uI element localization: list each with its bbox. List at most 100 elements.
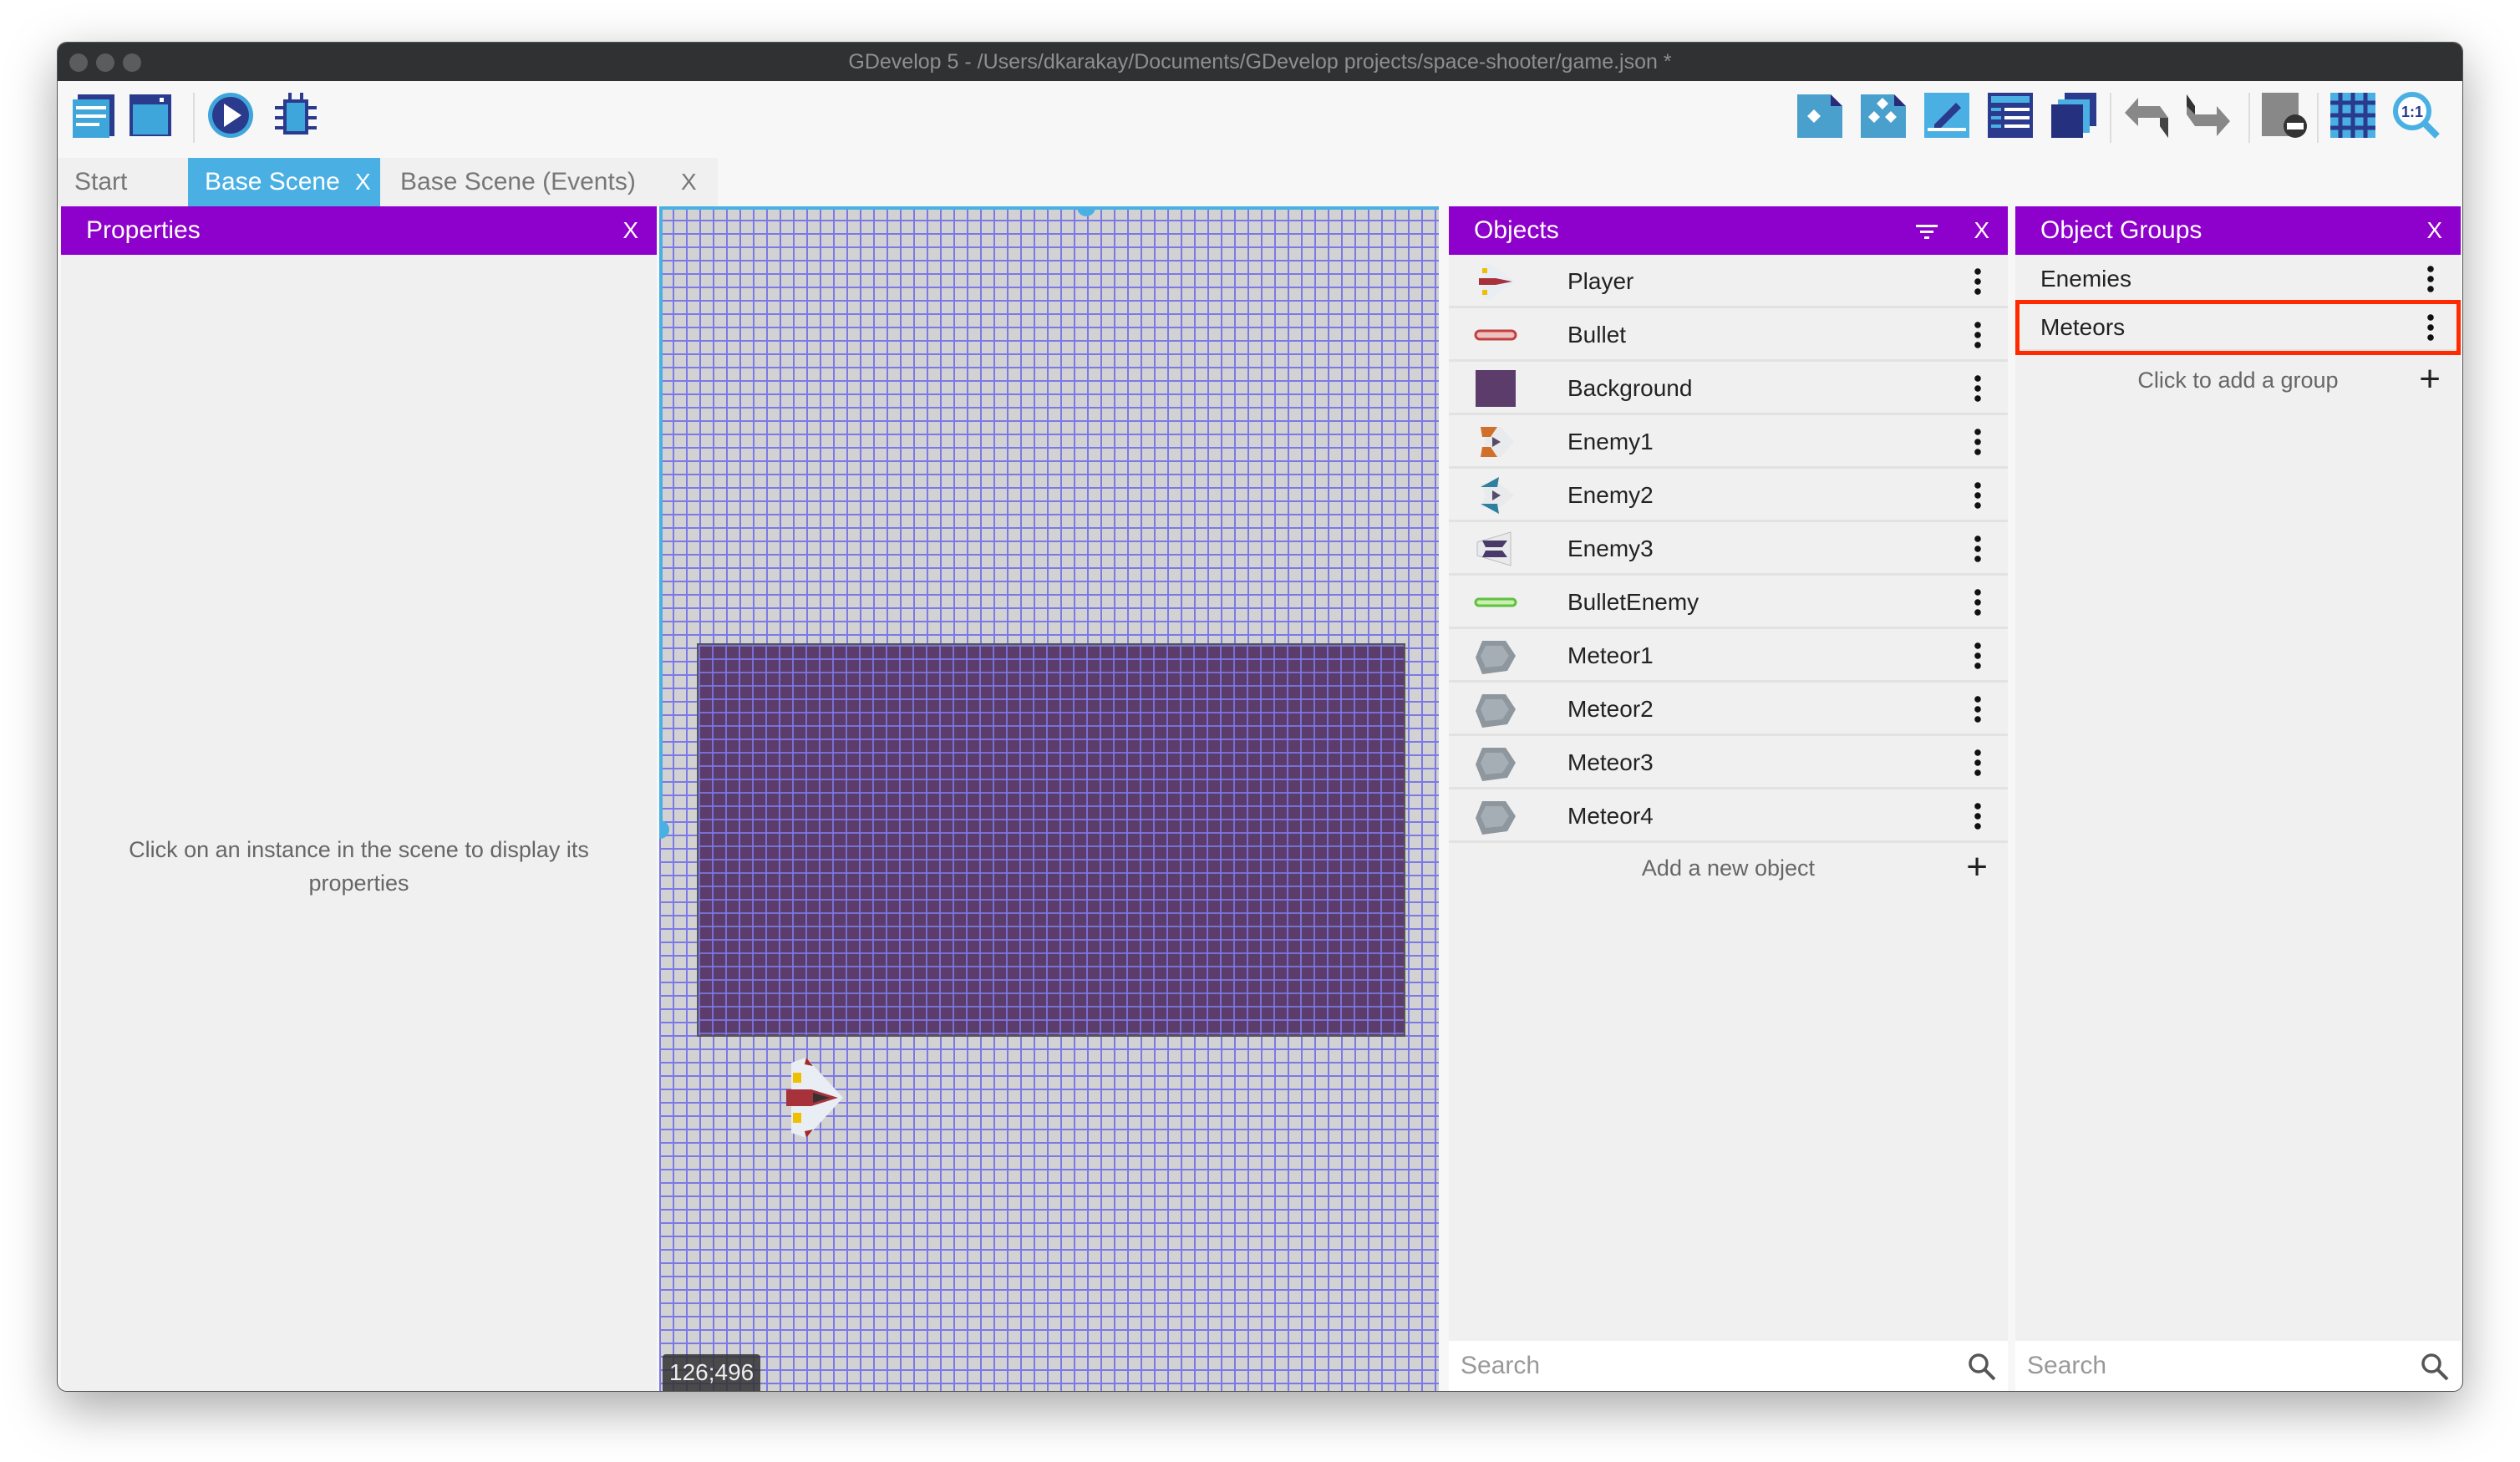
close-panel-icon[interactable]: X xyxy=(2426,206,2442,255)
toolbar-divider xyxy=(2110,93,2111,143)
close-tab-icon[interactable]: X xyxy=(355,158,371,206)
search-icon[interactable] xyxy=(2421,1353,2449,1381)
search-placeholder: Search xyxy=(2027,1352,2107,1379)
editor-tabs: Start Page Base Scene X Base Scene (Event… xyxy=(58,158,718,244)
object-item-meteor2[interactable]: Meteor2 xyxy=(1449,683,2008,736)
object-item-bullet[interactable]: Bullet xyxy=(1449,308,2008,362)
more-options-icon[interactable] xyxy=(1974,267,1981,297)
instances-list-icon[interactable] xyxy=(1986,91,2035,140)
player-instance[interactable] xyxy=(783,1058,846,1140)
object-name: Meteor3 xyxy=(1567,749,1654,775)
more-options-icon[interactable] xyxy=(2427,264,2434,294)
toolbar: 1:1 xyxy=(58,81,2462,158)
orange-enemy-ship-icon xyxy=(1481,427,1514,457)
add-object-button[interactable]: Add a new object + xyxy=(1449,843,2008,893)
toolbar-divider xyxy=(2317,93,2319,143)
gdevelop-window: GDevelop 5 - /Users/dkarakay/Documents/G… xyxy=(57,42,2463,1392)
object-item-meteor3[interactable]: Meteor3 xyxy=(1449,736,2008,789)
panel-title: Objects xyxy=(1474,216,1559,244)
object-item-enemy3[interactable]: Enemy3 xyxy=(1449,522,2008,576)
window-mask-icon[interactable] xyxy=(2260,91,2309,140)
plus-icon[interactable]: + xyxy=(2419,355,2441,404)
undo-icon[interactable] xyxy=(2121,91,2170,140)
object-item-meteor1[interactable]: Meteor1 xyxy=(1449,629,2008,683)
tab-label: Base Scene xyxy=(205,168,340,195)
panel-header: Object Groups X xyxy=(2015,206,2461,255)
groups-search-input[interactable]: Search xyxy=(2015,1341,2461,1391)
svg-text:1:1: 1:1 xyxy=(2401,104,2423,120)
meteor-icon xyxy=(1476,801,1516,835)
more-options-icon[interactable] xyxy=(1974,427,1981,457)
search-placeholder: Search xyxy=(1461,1352,1541,1379)
more-options-icon[interactable] xyxy=(1974,534,1981,564)
panel-title: Properties xyxy=(86,216,201,244)
properties-edit-icon[interactable] xyxy=(1923,91,1971,140)
object-item-enemy1[interactable]: Enemy1 xyxy=(1449,415,2008,469)
more-options-icon[interactable] xyxy=(1974,748,1981,778)
object-name: Background xyxy=(1567,375,1693,401)
blue-enemy-ship-icon xyxy=(1481,477,1514,514)
tab-base-scene[interactable]: Base Scene X xyxy=(188,158,380,206)
grid-icon[interactable] xyxy=(2329,91,2377,140)
panel-header: Objects X xyxy=(1449,206,2008,255)
object-groups-icon[interactable] xyxy=(1859,91,1908,140)
background-instance[interactable] xyxy=(697,643,1405,1037)
object-name: BulletEnemy xyxy=(1567,589,1699,615)
more-options-icon[interactable] xyxy=(1974,320,1981,350)
zoom-reset-icon[interactable]: 1:1 xyxy=(2392,91,2441,140)
plus-icon[interactable]: + xyxy=(1966,843,1988,891)
object-item-bulletenemy[interactable]: BulletEnemy xyxy=(1449,576,2008,629)
object-icon[interactable] xyxy=(1796,91,1844,140)
more-options-icon[interactable] xyxy=(1974,641,1981,671)
object-name: Meteor1 xyxy=(1567,642,1654,668)
object-name: Meteor4 xyxy=(1567,803,1654,829)
window-title: GDevelop 5 - /Users/dkarakay/Documents/G… xyxy=(848,50,1672,74)
object-name: Enemy3 xyxy=(1567,536,1654,561)
object-item-background[interactable]: Background xyxy=(1449,362,2008,415)
close-panel-icon[interactable]: X xyxy=(622,206,638,255)
filter-icon[interactable] xyxy=(1916,223,1938,240)
close-panel-icon[interactable]: X xyxy=(1974,206,1989,255)
group-name: Enemies xyxy=(2040,266,2131,292)
close-window-button[interactable] xyxy=(69,53,88,72)
tab-base-scene-events[interactable]: Base Scene (Events) X xyxy=(380,158,718,206)
objects-panel: Objects X Player Bullet Background Enemy1 En… xyxy=(1449,206,2008,1391)
more-options-icon[interactable] xyxy=(1974,801,1981,831)
more-options-icon[interactable] xyxy=(1974,480,1981,510)
meteor-icon xyxy=(1476,641,1516,674)
tab-start-page[interactable]: Start Page xyxy=(58,158,188,244)
scene-icon[interactable] xyxy=(126,91,175,140)
add-group-label: Click to add a group xyxy=(2137,368,2339,393)
close-tab-icon[interactable]: X xyxy=(681,158,697,206)
resize-handle[interactable] xyxy=(659,820,669,839)
preview-play-icon[interactable] xyxy=(206,91,255,140)
scene-canvas[interactable]: 126;496 xyxy=(659,206,1439,1391)
group-item-enemies[interactable]: Enemies xyxy=(2015,255,2461,303)
toolbar-divider xyxy=(193,93,195,143)
object-item-player[interactable]: Player xyxy=(1449,255,2008,308)
object-name: Enemy2 xyxy=(1567,482,1654,508)
project-manager-icon[interactable] xyxy=(69,91,118,140)
object-item-meteor4[interactable]: Meteor4 xyxy=(1449,789,2008,843)
cursor-coordinates: 126;496 xyxy=(663,1354,761,1391)
objects-search-input[interactable]: Search xyxy=(1449,1341,2008,1391)
selection-edge xyxy=(659,206,1439,210)
more-options-icon[interactable] xyxy=(1974,373,1981,404)
highlight-box xyxy=(2015,300,2461,355)
more-options-icon[interactable] xyxy=(1974,694,1981,724)
minimize-window-button[interactable] xyxy=(96,53,114,72)
meteor-icon xyxy=(1476,694,1516,728)
search-icon[interactable] xyxy=(1968,1353,1996,1381)
maximize-window-button[interactable] xyxy=(123,53,141,72)
object-item-enemy2[interactable]: Enemy2 xyxy=(1449,469,2008,522)
resize-handle[interactable] xyxy=(1077,206,1095,216)
redo-icon[interactable] xyxy=(2185,91,2233,140)
panel-title: Object Groups xyxy=(2040,216,2202,244)
debugger-icon[interactable] xyxy=(272,91,320,140)
red-bullet-icon xyxy=(1474,329,1517,341)
layers-icon[interactable] xyxy=(2050,91,2098,140)
add-group-button[interactable]: Click to add a group + xyxy=(2015,355,2461,405)
add-object-label: Add a new object xyxy=(1641,855,1816,881)
toolbar-divider xyxy=(2248,93,2250,143)
more-options-icon[interactable] xyxy=(1974,587,1981,617)
